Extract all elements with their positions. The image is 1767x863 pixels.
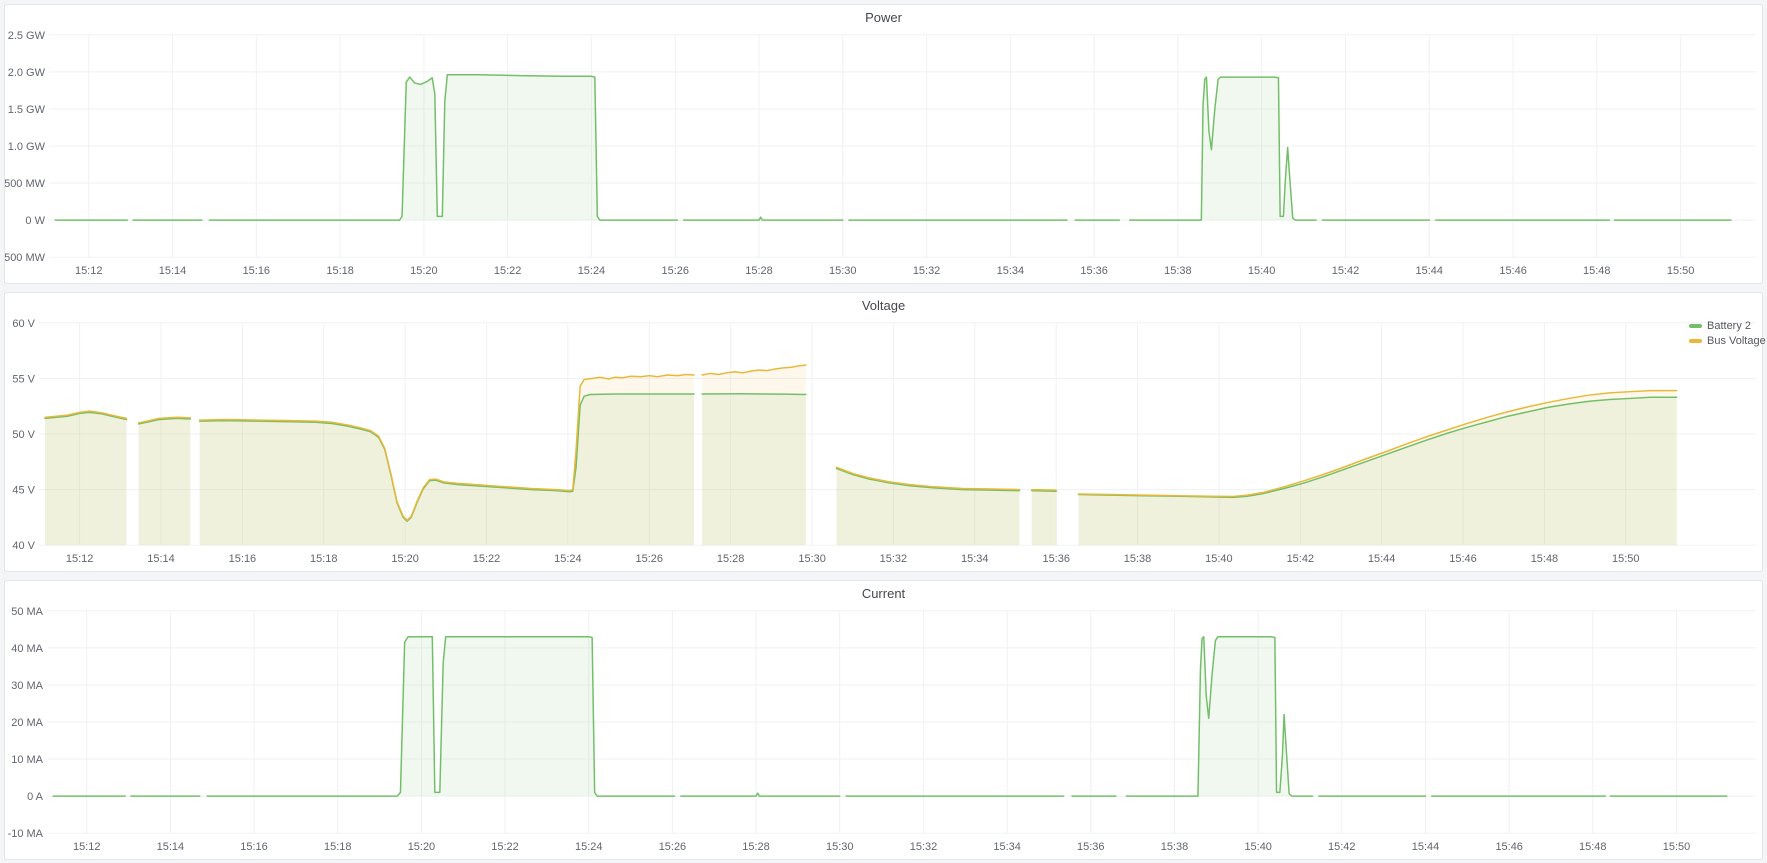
svg-text:15:24: 15:24 xyxy=(554,553,581,565)
svg-text:15:14: 15:14 xyxy=(157,841,184,853)
panel-title-power[interactable]: Power xyxy=(5,10,1762,25)
panel-title-current[interactable]: Current xyxy=(5,586,1762,601)
panel-title-voltage[interactable]: Voltage xyxy=(5,298,1762,313)
svg-text:15:20: 15:20 xyxy=(408,841,435,853)
legend-label-bus-voltage: Bus Voltage xyxy=(1707,335,1766,347)
svg-text:1.5 GW: 1.5 GW xyxy=(8,104,46,116)
svg-text:15:44: 15:44 xyxy=(1368,553,1395,565)
svg-text:1.0 GW: 1.0 GW xyxy=(8,141,46,153)
svg-text:15:12: 15:12 xyxy=(66,553,93,565)
series-swatch-battery-2 xyxy=(1689,324,1702,328)
svg-text:15:28: 15:28 xyxy=(717,553,744,565)
svg-text:15:16: 15:16 xyxy=(229,553,256,565)
svg-text:2.0 GW: 2.0 GW xyxy=(8,67,46,79)
voltage-legend: Battery 2 Bus Voltage xyxy=(1689,319,1766,347)
svg-text:50 MA: 50 MA xyxy=(11,606,43,618)
svg-text:15:34: 15:34 xyxy=(961,553,988,565)
current-chart[interactable]: 15:12 15:14 15:16 15:18 15:20 15:22 15:24 15:26… xyxy=(5,581,1762,859)
svg-text:30 MA: 30 MA xyxy=(11,680,43,692)
svg-text:15:50: 15:50 xyxy=(1663,841,1690,853)
svg-text:15:26: 15:26 xyxy=(636,553,663,565)
svg-text:15:14: 15:14 xyxy=(159,265,186,277)
svg-text:15:40: 15:40 xyxy=(1248,265,1275,277)
svg-text:15:36: 15:36 xyxy=(1077,841,1104,853)
svg-text:15:28: 15:28 xyxy=(742,841,769,853)
series-swatch-bus-voltage xyxy=(1689,339,1702,343)
svg-text:15:14: 15:14 xyxy=(147,553,174,565)
panel-voltage: 15:12 15:14 15:16 15:18 15:20 15:22 15:24 15:26… xyxy=(4,292,1763,572)
svg-text:500 MW: 500 MW xyxy=(5,178,46,190)
dashboard: 15:12 15:14 15:16 15:18 15:20 15:22 15:24 15:26… xyxy=(0,0,1767,863)
svg-text:20 MA: 20 MA xyxy=(11,717,43,729)
voltage-chart[interactable]: 15:12 15:14 15:16 15:18 15:20 15:22 15:24 15:26… xyxy=(5,293,1762,571)
svg-text:15:26: 15:26 xyxy=(659,841,686,853)
svg-text:0 W: 0 W xyxy=(25,215,45,227)
svg-text:15:12: 15:12 xyxy=(73,841,100,853)
svg-text:15:30: 15:30 xyxy=(826,841,853,853)
svg-text:15:40: 15:40 xyxy=(1205,553,1232,565)
svg-text:15:18: 15:18 xyxy=(324,841,351,853)
svg-text:15:50: 15:50 xyxy=(1667,265,1694,277)
svg-text:15:38: 15:38 xyxy=(1161,841,1188,853)
svg-text:15:32: 15:32 xyxy=(910,841,937,853)
svg-text:50 V: 50 V xyxy=(12,429,35,441)
svg-text:15:44: 15:44 xyxy=(1416,265,1443,277)
svg-text:15:46: 15:46 xyxy=(1499,265,1526,277)
svg-text:15:46: 15:46 xyxy=(1449,553,1476,565)
svg-text:15:26: 15:26 xyxy=(662,265,689,277)
svg-text:15:32: 15:32 xyxy=(913,265,940,277)
svg-text:15:38: 15:38 xyxy=(1164,265,1191,277)
svg-text:0 A: 0 A xyxy=(27,791,44,803)
svg-text:-500 MW: -500 MW xyxy=(5,252,46,264)
svg-text:10 MA: 10 MA xyxy=(11,754,43,766)
svg-text:40 MA: 40 MA xyxy=(11,643,43,655)
panel-current: 15:12 15:14 15:16 15:18 15:20 15:22 15:24 15:26… xyxy=(4,580,1763,860)
svg-text:45 V: 45 V xyxy=(12,485,35,497)
svg-text:15:12: 15:12 xyxy=(75,265,102,277)
svg-text:15:34: 15:34 xyxy=(993,841,1020,853)
svg-text:2.5 GW: 2.5 GW xyxy=(8,30,46,42)
svg-text:15:24: 15:24 xyxy=(578,265,605,277)
svg-text:15:42: 15:42 xyxy=(1287,553,1314,565)
svg-text:15:18: 15:18 xyxy=(310,553,337,565)
svg-text:15:48: 15:48 xyxy=(1531,553,1558,565)
svg-text:-10 MA: -10 MA xyxy=(8,828,44,840)
power-chart[interactable]: 15:12 15:14 15:16 15:18 15:20 15:22 15:24 15:26… xyxy=(5,5,1762,283)
svg-text:15:32: 15:32 xyxy=(880,553,907,565)
svg-text:60 V: 60 V xyxy=(12,318,35,330)
panel-power: 15:12 15:14 15:16 15:18 15:20 15:22 15:24 15:26… xyxy=(4,4,1763,284)
svg-text:15:36: 15:36 xyxy=(1042,553,1069,565)
svg-text:15:16: 15:16 xyxy=(243,265,270,277)
legend-item-bus-voltage[interactable]: Bus Voltage xyxy=(1689,334,1766,347)
svg-text:15:22: 15:22 xyxy=(473,553,500,565)
svg-text:15:44: 15:44 xyxy=(1412,841,1439,853)
svg-text:15:30: 15:30 xyxy=(829,265,856,277)
svg-text:15:18: 15:18 xyxy=(326,265,353,277)
svg-text:15:20: 15:20 xyxy=(410,265,437,277)
svg-text:15:24: 15:24 xyxy=(575,841,602,853)
svg-text:15:22: 15:22 xyxy=(494,265,521,277)
svg-text:15:20: 15:20 xyxy=(391,553,418,565)
svg-text:15:16: 15:16 xyxy=(240,841,267,853)
svg-text:15:22: 15:22 xyxy=(491,841,518,853)
svg-text:15:34: 15:34 xyxy=(997,265,1024,277)
svg-text:15:42: 15:42 xyxy=(1328,841,1355,853)
svg-text:55 V: 55 V xyxy=(12,373,35,385)
svg-text:40 V: 40 V xyxy=(12,540,35,552)
svg-text:15:46: 15:46 xyxy=(1495,841,1522,853)
svg-text:15:36: 15:36 xyxy=(1080,265,1107,277)
svg-text:15:48: 15:48 xyxy=(1583,265,1610,277)
svg-text:15:30: 15:30 xyxy=(798,553,825,565)
svg-text:15:42: 15:42 xyxy=(1332,265,1359,277)
svg-text:15:38: 15:38 xyxy=(1124,553,1151,565)
svg-text:15:28: 15:28 xyxy=(745,265,772,277)
svg-text:15:40: 15:40 xyxy=(1244,841,1271,853)
svg-text:15:48: 15:48 xyxy=(1579,841,1606,853)
legend-label-battery-2: Battery 2 xyxy=(1707,320,1751,332)
legend-item-battery-2[interactable]: Battery 2 xyxy=(1689,319,1766,332)
svg-text:15:50: 15:50 xyxy=(1612,553,1639,565)
